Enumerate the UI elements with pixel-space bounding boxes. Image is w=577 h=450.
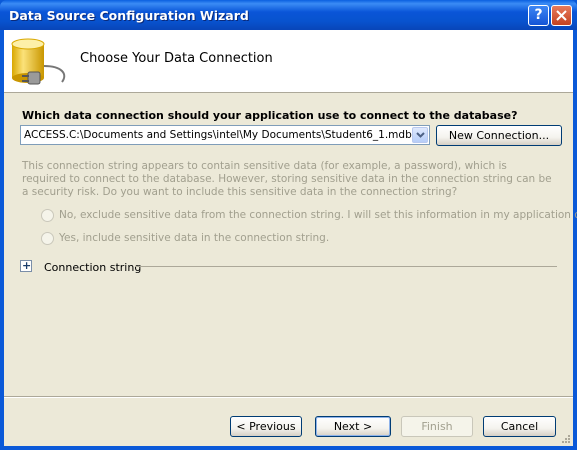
new-connection-button[interactable]: New Connection... (436, 125, 562, 146)
next-button[interactable]: Next > (315, 416, 391, 437)
include-radio-label: Yes, include sensitive data in the conne… (59, 232, 330, 244)
chevron-down-icon (416, 132, 425, 138)
close-icon (556, 10, 567, 21)
footer-divider (4, 396, 573, 398)
exclude-radio-label: No, exclude sensitive data from the conn… (59, 209, 577, 221)
page-title: Choose Your Data Connection (80, 51, 273, 66)
wizard-window: Data Source Configuration Wizard ? Choos… (0, 0, 577, 450)
plus-icon: + (22, 259, 32, 272)
close-button[interactable] (551, 5, 572, 26)
finish-button: Finish (401, 416, 473, 437)
help-button[interactable]: ? (528, 5, 549, 26)
connection-string-label: Connection string (44, 261, 142, 274)
cancel-button[interactable]: Cancel (483, 416, 556, 437)
wizard-header: Choose Your Data Connection (4, 30, 573, 93)
exclude-radio[interactable] (41, 209, 54, 222)
dialog-body: Choose Your Data Connection Which data c… (4, 30, 577, 446)
section-divider (135, 266, 557, 267)
resize-grip-icon[interactable] (559, 432, 571, 444)
sensitive-data-warning: This connection string appears to contai… (22, 160, 552, 198)
connection-dropdown[interactable]: ACCESS.C:\Documents and Settings\intel\M… (20, 125, 430, 145)
database-plug-icon (11, 38, 66, 85)
title-bar[interactable]: Data Source Configuration Wizard ? (0, 0, 577, 30)
dropdown-button[interactable] (412, 127, 428, 143)
connection-dropdown-value: ACCESS.C:\Documents and Settings\intel\M… (24, 129, 412, 141)
connection-question: Which data connection should your applic… (22, 109, 518, 122)
include-radio[interactable] (41, 232, 54, 245)
previous-button[interactable]: < Previous (230, 416, 302, 437)
window-title: Data Source Configuration Wizard (9, 8, 249, 23)
connection-string-expander[interactable]: + (20, 259, 32, 272)
